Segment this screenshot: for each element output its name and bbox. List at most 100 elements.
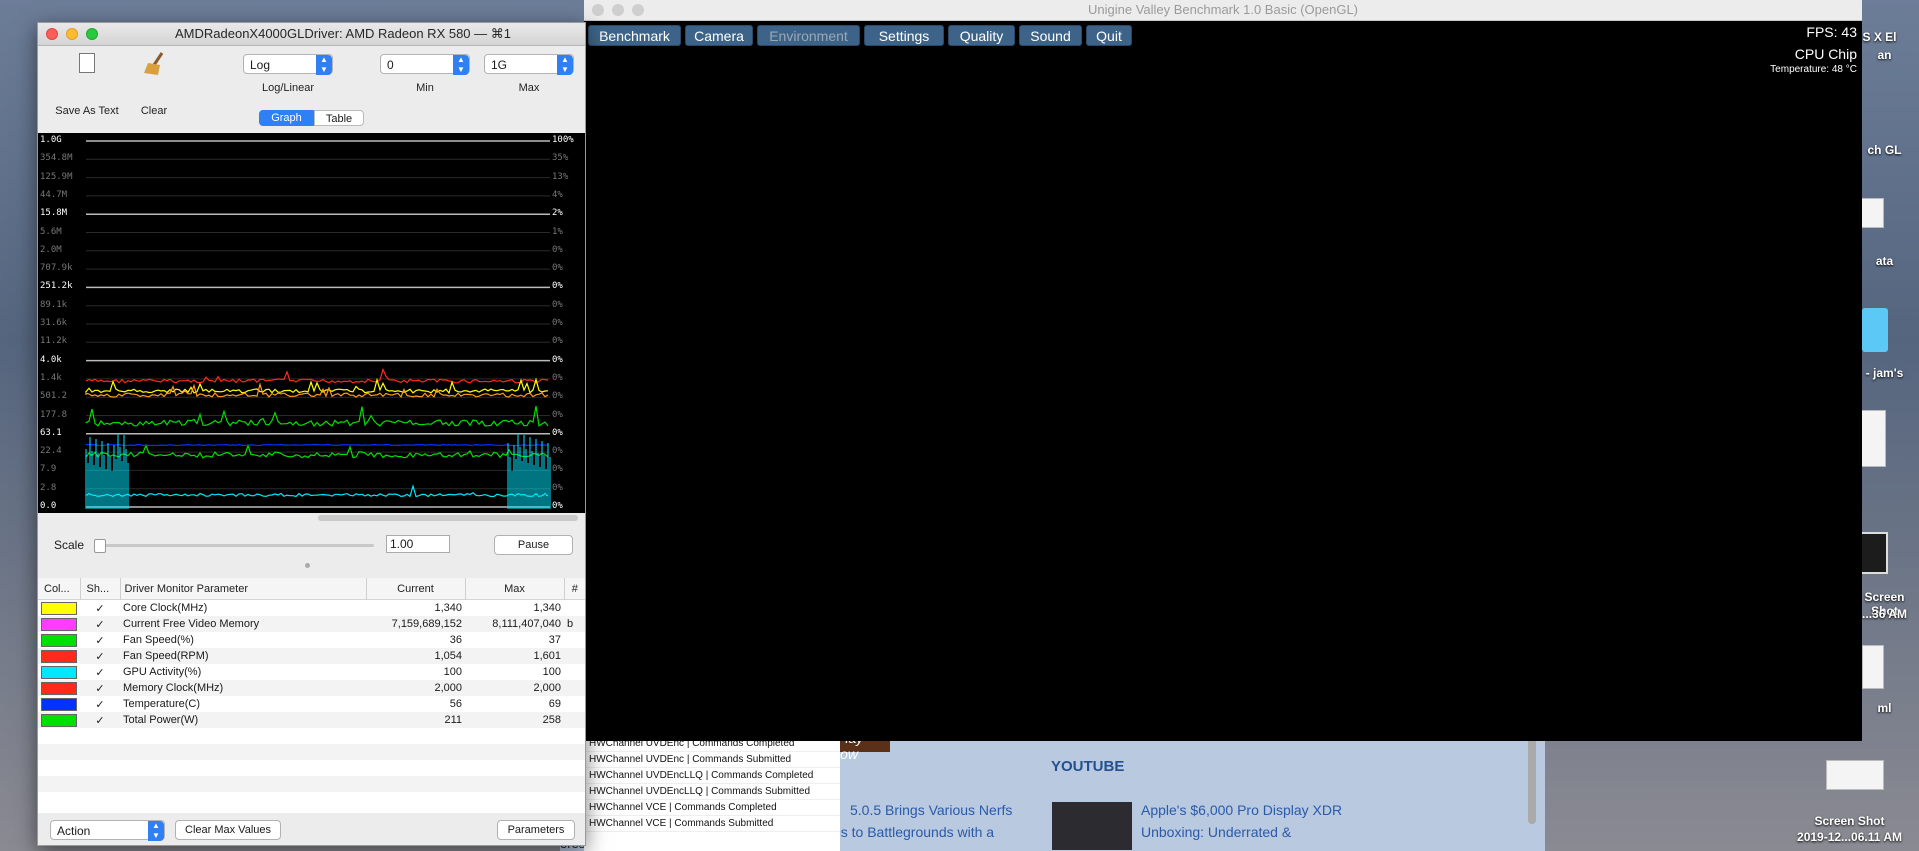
- clear-max-values-button[interactable]: Clear Max Values: [175, 820, 281, 840]
- unigine-titlebar[interactable]: Unigine Valley Benchmark 1.0 Basic (Open…: [584, 0, 1862, 21]
- environment-button[interactable]: Environment: [757, 25, 860, 46]
- color-swatch[interactable]: [38, 680, 80, 696]
- action-select[interactable]: Action ▲ ▼: [50, 820, 165, 841]
- max-select[interactable]: 1G ▲ ▼: [484, 54, 574, 75]
- screenshot-icon[interactable]: [1858, 532, 1888, 574]
- log-linear-select[interactable]: Log ▲ ▼: [243, 54, 333, 75]
- list-item[interactable]: HWChannel UVDEncLLQ | Commands Completed: [584, 768, 840, 784]
- parameter-name: Memory Clock(MHz): [123, 682, 224, 694]
- split-handle[interactable]: [305, 563, 310, 568]
- color-swatch[interactable]: [38, 696, 80, 712]
- max-value: 8,111,407,040: [492, 618, 561, 630]
- driver-monitor-window[interactable]: AMDRadeonX4000GLDriver: AMD Radeon RX 58…: [37, 22, 586, 846]
- memory-clock-trace: [85, 367, 549, 384]
- show-checkbox[interactable]: ✓: [80, 600, 120, 617]
- article-link[interactable]: Unboxing: Underrated &: [1141, 824, 1291, 840]
- graph-panel: 1.0G 354.8M 125.9M 44.7M 15.8M 5.6M 2.0M 707.9k…: [38, 133, 585, 513]
- parameter-name: Total Power(W): [123, 714, 199, 726]
- document-icon[interactable]: [1860, 198, 1884, 228]
- horizontal-scrollbar[interactable]: [318, 515, 578, 521]
- color-swatch[interactable]: [38, 632, 80, 648]
- col-header-unit[interactable]: #: [564, 578, 585, 600]
- list-item[interactable]: HWChannel VCE | Commands Submitted: [584, 816, 840, 832]
- table-row[interactable]: ✓ Memory Clock(MHz) 2,000 2,000: [38, 680, 585, 696]
- empty-row: [38, 760, 585, 776]
- col-header-max[interactable]: Max: [465, 578, 565, 600]
- max-value: 258: [542, 714, 561, 726]
- show-checkbox[interactable]: ✓: [80, 664, 120, 680]
- save-as-text-button[interactable]: Save As Text: [52, 49, 122, 117]
- scrollbar[interactable]: [1528, 730, 1536, 824]
- current-value: 100: [443, 666, 462, 678]
- list-item[interactable]: HWChannel UVDEncLLQ | Commands Submitted: [584, 784, 840, 800]
- col-header-color[interactable]: Col...: [38, 578, 81, 600]
- temperature-readout: Temperature: 48 °C: [1770, 64, 1857, 75]
- quality-button[interactable]: Quality: [948, 25, 1015, 46]
- max-value: 2,000: [533, 682, 561, 694]
- table-row[interactable]: ✓ Total Power(W) 211 258: [38, 712, 585, 728]
- tab-graph[interactable]: Graph: [259, 110, 314, 126]
- empty-row: [38, 728, 585, 744]
- zoom-icon[interactable]: [86, 28, 98, 40]
- unit-value: [564, 632, 585, 648]
- table-row[interactable]: ✓ Fan Speed(%) 36 37: [38, 632, 585, 648]
- empty-row: [38, 792, 585, 808]
- video-thumbnail[interactable]: [1052, 802, 1132, 850]
- col-header-parameter[interactable]: Driver Monitor Parameter: [120, 578, 367, 600]
- color-swatch[interactable]: [38, 648, 80, 664]
- scale-slider[interactable]: [94, 539, 374, 553]
- section-title: YOUTUBE: [1051, 758, 1125, 775]
- article-link[interactable]: Apple's $6,000 Pro Display XDR: [1141, 802, 1342, 818]
- close-icon[interactable]: [46, 28, 58, 40]
- list-item[interactable]: HWChannel VCE | Commands Completed: [584, 800, 840, 816]
- pause-button[interactable]: Pause: [494, 535, 573, 555]
- table-row[interactable]: ✓ Fan Speed(RPM) 1,054 1,601: [38, 648, 585, 664]
- table-row[interactable]: ✓ Core Clock(MHz) 1,340 1,340: [38, 599, 585, 617]
- unigine-window[interactable]: Unigine Valley Benchmark 1.0 Basic (Open…: [584, 0, 1862, 741]
- benchmark-button[interactable]: Benchmark: [588, 25, 681, 46]
- sound-button[interactable]: Sound: [1019, 25, 1082, 46]
- color-swatch[interactable]: [38, 664, 80, 680]
- settings-button[interactable]: Settings: [864, 25, 944, 46]
- document-icon[interactable]: [1860, 410, 1886, 467]
- table-row[interactable]: ✓ Temperature(C) 56 69: [38, 696, 585, 712]
- monitor-titlebar[interactable]: AMDRadeonX4000GLDriver: AMD Radeon RX 58…: [38, 23, 585, 46]
- temperature-trace: [85, 443, 549, 447]
- document-icon[interactable]: [1862, 645, 1884, 689]
- col-header-current[interactable]: Current: [366, 578, 466, 600]
- show-checkbox[interactable]: ✓: [80, 616, 120, 632]
- log-linear-value: Log: [250, 58, 271, 72]
- parameter-name: Fan Speed(%): [123, 634, 194, 646]
- tab-table[interactable]: Table: [314, 110, 364, 126]
- parameters-button[interactable]: Parameters: [497, 820, 575, 840]
- max-label: Max: [518, 82, 540, 94]
- scale-input[interactable]: 1.00: [386, 535, 450, 553]
- folder-icon[interactable]: [1862, 308, 1888, 352]
- color-swatch[interactable]: [38, 712, 80, 728]
- quit-button[interactable]: Quit: [1086, 25, 1132, 46]
- minimize-icon[interactable]: [66, 28, 78, 40]
- current-value: 56: [449, 698, 462, 710]
- window-title: AMDRadeonX4000GLDriver: AMD Radeon RX 58…: [175, 26, 511, 41]
- col-header-show[interactable]: Sh...: [80, 578, 121, 600]
- clear-label: Clear: [140, 105, 168, 117]
- show-checkbox[interactable]: ✓: [80, 648, 120, 664]
- camera-button[interactable]: Camera: [685, 25, 753, 46]
- max-value: 1,601: [533, 650, 561, 662]
- min-select[interactable]: 0 ▲ ▼: [380, 54, 470, 75]
- table-row[interactable]: ✓ GPU Activity(%) 100 100: [38, 664, 585, 680]
- show-checkbox[interactable]: ✓: [80, 680, 120, 696]
- color-swatch[interactable]: [38, 600, 80, 617]
- current-value: 36: [449, 634, 462, 646]
- screenshot-thumbnail-icon[interactable]: [1826, 760, 1884, 790]
- unit-value: [564, 696, 585, 712]
- color-swatch[interactable]: [38, 616, 80, 632]
- show-checkbox[interactable]: ✓: [80, 632, 120, 648]
- list-item[interactable]: HWChannel UVDEnc | Commands Submitted: [584, 752, 840, 768]
- table-row[interactable]: ✓ Current Free Video Memory 7,159,689,152 8…: [38, 616, 585, 632]
- slider-thumb[interactable]: [94, 539, 106, 553]
- article-link[interactable]: 5.0.5 Brings Various Nerfs: [850, 802, 1012, 818]
- show-checkbox[interactable]: ✓: [80, 696, 120, 712]
- clear-button[interactable]: Clear: [134, 49, 174, 117]
- show-checkbox[interactable]: ✓: [80, 712, 120, 728]
